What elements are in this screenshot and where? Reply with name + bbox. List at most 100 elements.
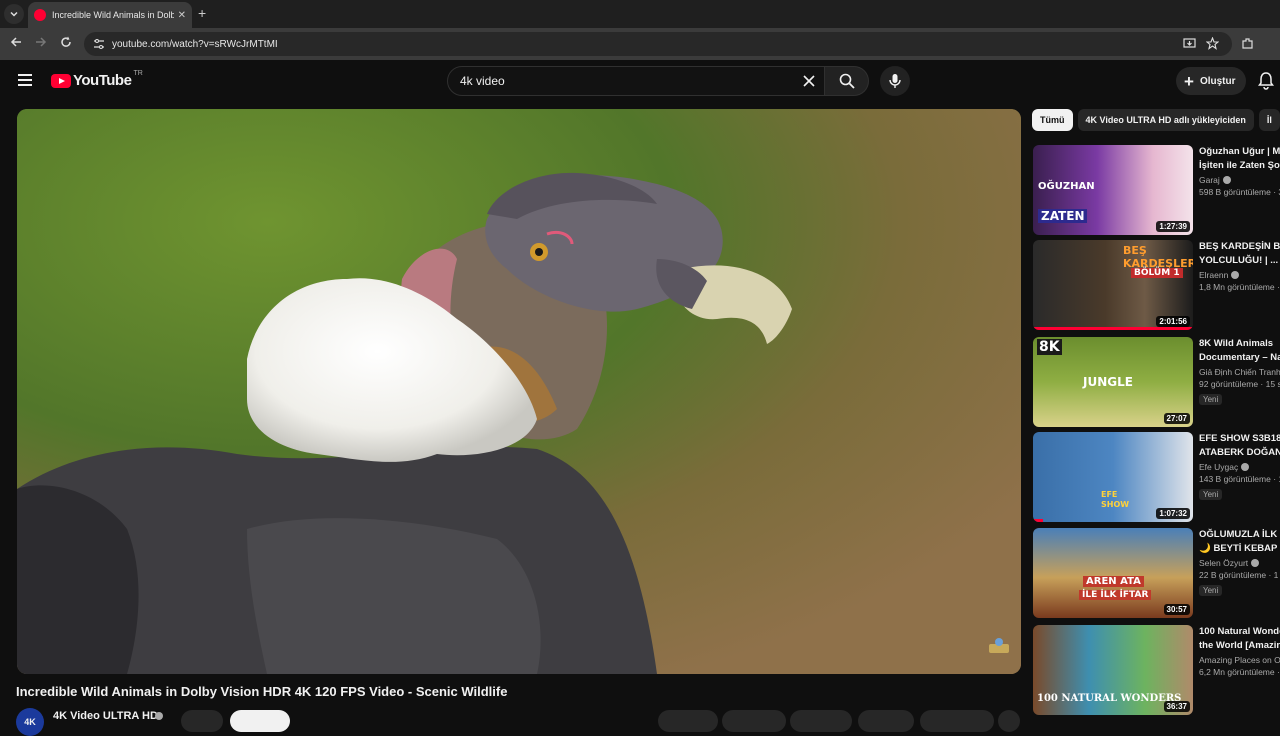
notifications-bell-icon[interactable] <box>1258 72 1274 95</box>
search-button[interactable] <box>825 66 869 96</box>
address-bar[interactable]: youtube.com/watch?v=sRWcJrMTtMI <box>84 32 1232 56</box>
video-thumbnail[interactable]: BEŞ KARDEŞLER BÖLÜM 1 2:01:56 <box>1033 240 1193 330</box>
thumbnail-text: BEŞ KARDEŞLER <box>1123 244 1193 270</box>
verified-check-icon <box>1241 463 1250 471</box>
recommendation-item[interactable]: AREN ATA İLE İLK İFTAR 30:57 OĞLUMUZLA İ… <box>1033 528 1280 620</box>
url-text: youtube.com/watch?v=sRWcJrMTtMI <box>112 38 278 50</box>
view-count: 143 B görüntüleme · 1 <box>1199 474 1280 484</box>
channel-name: Garaj <box>1199 175 1220 185</box>
video-title-line: 100 Natural Wonde <box>1199 626 1280 637</box>
video-title-line: ATABERK DOĞAN <box>1199 447 1280 458</box>
save-button[interactable] <box>920 710 994 732</box>
duration-badge: 1:27:39 <box>1156 221 1190 232</box>
tab-title: Incredible Wild Animals in Dolb <box>52 10 174 20</box>
video-frame-condor <box>17 109 1021 674</box>
close-tab-icon[interactable]: ✕ <box>178 10 186 21</box>
chevron-down-icon <box>10 11 18 17</box>
thumbnail-text: OĞUZHAN <box>1038 181 1095 192</box>
recommendation-item[interactable]: OĞUZHAN ZATEN 1:27:39 Oğuzhan Uğur | Me … <box>1033 145 1280 237</box>
create-button[interactable]: + Oluştur <box>1176 67 1246 95</box>
verified-check-icon <box>1222 176 1231 184</box>
video-title: Incredible Wild Animals in Dolby Vision … <box>16 684 508 699</box>
video-thumbnail[interactable]: OĞUZHAN ZATEN 1:27:39 <box>1033 145 1193 235</box>
watch-progress-bar <box>1033 327 1193 330</box>
comments-button[interactable] <box>722 710 786 732</box>
share-button[interactable] <box>790 710 852 732</box>
video-title-line: Documentary – Na <box>1199 352 1280 363</box>
clear-search-icon[interactable] <box>794 75 824 87</box>
video-title-line: OĞLUMUZLA İLK İ <box>1199 529 1280 540</box>
video-thumbnail[interactable]: 100 NATURAL WONDERS 36:37 <box>1033 625 1193 715</box>
video-thumbnail[interactable]: EFE SHOW 1:07:32 <box>1033 432 1193 522</box>
channel-watermark-icon[interactable] <box>987 636 1011 656</box>
thumbnail-text: ZATEN <box>1038 209 1088 223</box>
channel-name[interactable]: 4K Video ULTRA HD <box>53 710 158 722</box>
install-app-icon[interactable] <box>1183 37 1196 55</box>
like-button[interactable] <box>658 710 718 732</box>
video-thumbnail[interactable]: AREN ATA İLE İLK İFTAR 30:57 <box>1033 528 1193 618</box>
microphone-icon <box>889 74 901 88</box>
video-player[interactable] <box>17 109 1021 674</box>
more-actions-button[interactable] <box>998 710 1020 732</box>
youtube-favicon-icon <box>34 9 46 21</box>
back-arrow-icon[interactable] <box>10 36 22 51</box>
recommendation-item[interactable]: 100 NATURAL WONDERS 36:37 100 Natural Wo… <box>1033 625 1280 717</box>
thumbnail-text: İLE İLK İFTAR <box>1079 590 1152 600</box>
verified-check-icon <box>155 712 163 720</box>
plus-icon: + <box>1184 71 1194 91</box>
duration-badge: 1:07:32 <box>1156 508 1190 519</box>
youtube-logo[interactable]: YouTube TR <box>51 70 143 89</box>
reload-icon[interactable] <box>60 36 72 51</box>
channel-name: Selen Özyurt <box>1199 558 1249 568</box>
channel-name: Efe Uygaç <box>1199 462 1239 472</box>
join-button[interactable] <box>181 710 223 732</box>
video-thumbnail[interactable]: 8K JUNGLE 27:07 <box>1033 337 1193 427</box>
channel-avatar[interactable]: 4K <box>16 708 44 736</box>
youtube-header: YouTube TR 4k video + Oluştur <box>0 60 1280 104</box>
country-code: TR <box>133 70 143 77</box>
channel-name: Giả Định Chiến Tranh <box>1199 367 1280 377</box>
view-count: 6,2 Mn görüntüleme · <box>1199 667 1280 677</box>
search-input[interactable]: 4k video <box>447 66 825 96</box>
clip-button[interactable] <box>858 710 914 732</box>
video-title-line: İşiten ile Zaten Şov <box>1199 160 1280 171</box>
menu-icon[interactable] <box>18 74 32 86</box>
chip-all[interactable]: Tümü <box>1032 109 1073 131</box>
related-filter-chips: Tümü 4K Video ULTRA HD adlı yükleyiciden İ… <box>1032 109 1280 131</box>
recommendation-item[interactable]: 8K JUNGLE 27:07 8K Wild Animals Document… <box>1033 337 1280 429</box>
youtube-play-icon <box>51 73 71 88</box>
recommendation-item[interactable]: BEŞ KARDEŞLER BÖLÜM 1 2:01:56 BEŞ KARDEŞ… <box>1033 240 1280 332</box>
forward-arrow-icon[interactable] <box>35 36 47 51</box>
verified-check-icon <box>1231 271 1240 279</box>
site-info-icon[interactable] <box>92 37 106 51</box>
view-count: 92 görüntüleme · 15 s <box>1199 379 1280 389</box>
video-title-line: 🌙 BEYTİ KEBAP ... <box>1199 543 1280 554</box>
new-badge: Yeni <box>1199 394 1223 405</box>
thumbnail-text: 8K <box>1037 339 1062 355</box>
thumbnail-text: JUNGLE <box>1083 375 1133 389</box>
browser-tab[interactable]: Incredible Wild Animals in Dolb ✕ <box>28 2 192 28</box>
video-title-line: EFE SHOW S3B18 <box>1199 433 1280 444</box>
new-badge: Yeni <box>1199 489 1223 500</box>
video-title-line: the World [Amazin <box>1199 640 1280 651</box>
thumbnail-text: 100 NATURAL WONDERS <box>1037 693 1182 704</box>
duration-badge: 27:07 <box>1163 413 1190 424</box>
thumbnail-text: SHOW <box>1101 500 1130 509</box>
view-count: 1,8 Mn görüntüleme · <box>1199 282 1280 292</box>
tab-search-button[interactable] <box>4 4 24 24</box>
thumbnail-text: EFE <box>1101 490 1118 499</box>
watch-progress-bar <box>1033 519 1043 522</box>
subscribe-button[interactable] <box>230 710 290 732</box>
chip-from-uploader[interactable]: 4K Video ULTRA HD adlı yükleyiciden <box>1077 109 1254 131</box>
recommendation-item[interactable]: EFE SHOW 1:07:32 EFE SHOW S3B18 ATABERK … <box>1033 432 1280 524</box>
channel-name: Amazing Places on Ou <box>1199 655 1280 665</box>
new-tab-icon[interactable]: + <box>198 5 206 21</box>
chip-related[interactable]: İl <box>1258 109 1280 131</box>
bookmark-star-icon[interactable] <box>1205 36 1220 55</box>
thumbnail-text: BÖLÜM 1 <box>1131 268 1183 278</box>
verified-check-icon <box>1251 559 1260 567</box>
extensions-icon[interactable] <box>1241 37 1254 55</box>
voice-search-button[interactable] <box>880 66 910 96</box>
search-query: 4k video <box>460 74 505 88</box>
video-title-line: 8K Wild Animals <box>1199 338 1273 349</box>
